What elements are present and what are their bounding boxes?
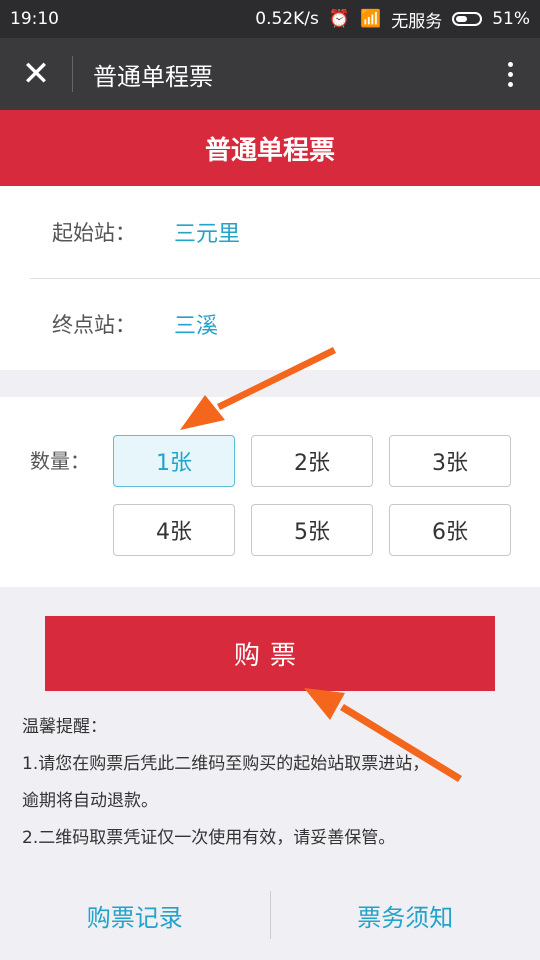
tips-title: 温馨提醒： <box>22 717 107 737</box>
battery-percent: 51% <box>492 9 530 29</box>
quantity-panel: 数量： 1张 2张 3张 4张 5张 6张 <box>0 397 540 587</box>
end-station-value[interactable]: 三溪 <box>174 308 218 340</box>
app-bar-title: 普通单程票 <box>93 62 213 91</box>
app-bar: ✕ 普通单程票 <box>0 38 540 110</box>
start-station-row: 起始站： 三元里 <box>30 186 540 279</box>
battery-icon <box>452 12 483 26</box>
tips-line: 2.二维码取票凭证仅一次使用有效，请妥善保管。 <box>22 828 396 848</box>
end-station-row: 终点站： 三溪 <box>30 278 540 370</box>
end-station-label: 终点站： <box>52 313 136 337</box>
status-right: 0.52K/s ⏰ 📶 无服务 51% <box>255 7 530 32</box>
more-vertical-icon[interactable] <box>480 38 540 110</box>
stations-panel: 起始站： 三元里 终点站： 三溪 <box>0 186 540 370</box>
quantity-option-4[interactable]: 4张 <box>113 504 235 556</box>
quantity-option-1[interactable]: 1张 <box>113 435 235 487</box>
quantity-option-6[interactable]: 6张 <box>389 504 511 556</box>
page-title-banner: 普通单程票 <box>0 110 540 186</box>
tips-line: 1.请您在购票后凭此二维码至购买的起始站取票进站， <box>22 754 430 774</box>
network-speed: 0.52K/s <box>255 9 319 29</box>
quantity-option-5[interactable]: 5张 <box>251 504 373 556</box>
tips-line: 逾期将自动退款。 <box>22 791 158 811</box>
carrier-text: 无服务 <box>391 11 443 32</box>
wifi-icon: 📶 <box>360 9 382 29</box>
quantity-option-3[interactable]: 3张 <box>389 435 511 487</box>
close-icon[interactable]: ✕ <box>0 38 72 110</box>
quantity-label: 数量： <box>30 449 90 473</box>
quantity-option-2[interactable]: 2张 <box>251 435 373 487</box>
ticket-notice-link[interactable]: 票务须知 <box>271 898 540 933</box>
start-station-label: 起始站： <box>52 221 136 245</box>
tips-section: 温馨提醒： 1.请您在购票后凭此二维码至购买的起始站取票进站， 逾期将自动退款。… <box>22 712 522 860</box>
status-bar: 19:10 0.52K/s ⏰ 📶 无服务 51% <box>0 0 540 38</box>
purchase-records-link[interactable]: 购票记录 <box>0 898 270 933</box>
footer-links: 购票记录 票务须知 <box>0 880 540 950</box>
alarm-icon: ⏰ <box>328 9 351 29</box>
buy-ticket-button[interactable]: 购票 <box>45 616 495 691</box>
start-station-value[interactable]: 三元里 <box>174 216 240 248</box>
status-time: 19:10 <box>10 9 59 29</box>
